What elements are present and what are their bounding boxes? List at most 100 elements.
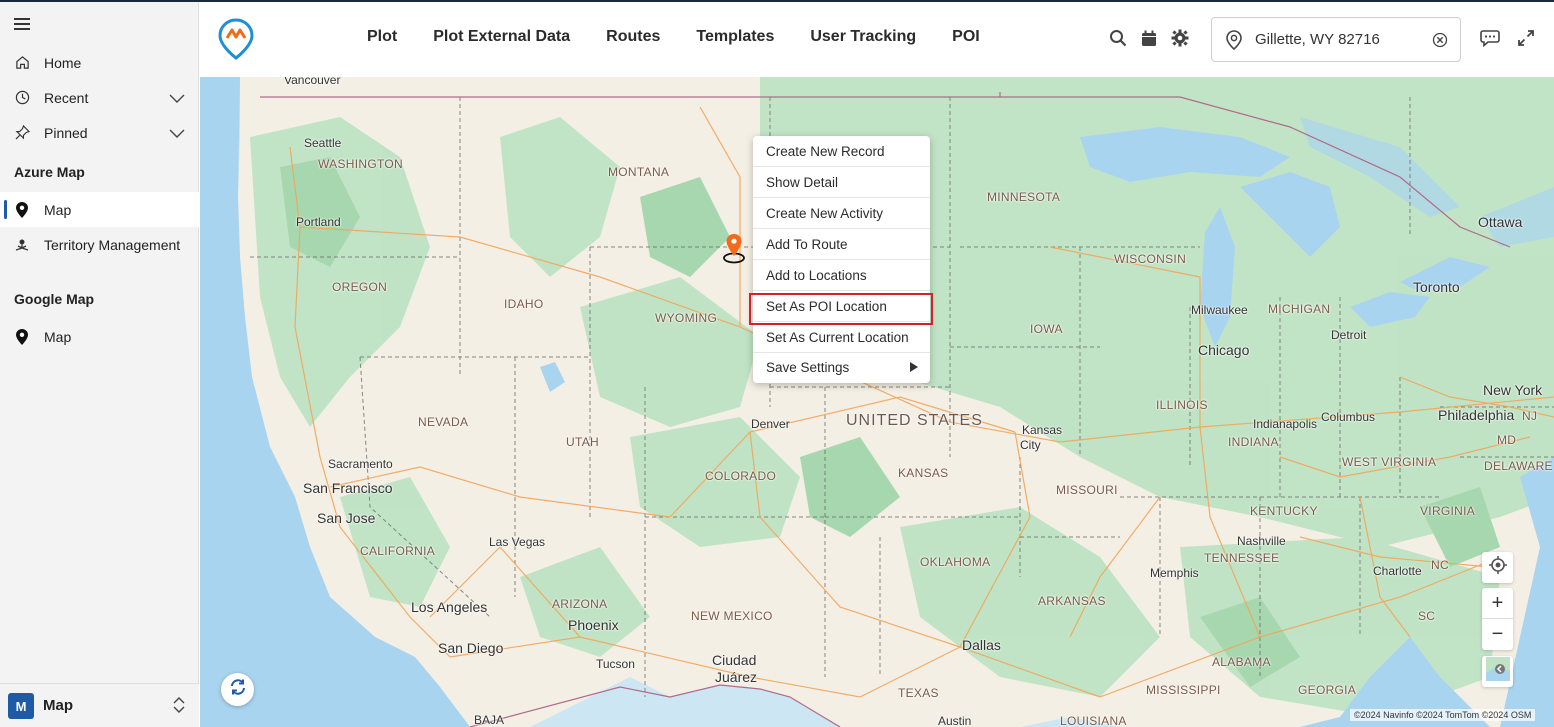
nav-templates[interactable]: Templates — [696, 28, 774, 46]
map-label-city: Vancouver — [284, 77, 341, 87]
map-label-state: MISSISSIPPI — [1146, 683, 1221, 697]
clear-location-icon[interactable] — [1432, 32, 1448, 53]
menu-item-show-detail[interactable]: Show Detail — [753, 167, 930, 198]
menu-item-set-as-current-location[interactable]: Set As Current Location — [753, 322, 930, 353]
map-label-city: Indianapolis — [1253, 417, 1318, 431]
map-label-state: LOUISIANA — [1060, 714, 1127, 727]
map-label-city: Seattle — [304, 136, 342, 150]
map-label-state: WASHINGTON — [318, 157, 404, 171]
app-logo-icon[interactable] — [218, 18, 254, 60]
map-label-city: Las Vegas — [489, 535, 546, 549]
menu-item-create-new-activity[interactable]: Create New Activity — [753, 198, 930, 229]
menu-item-create-new-record[interactable]: Create New Record — [753, 136, 930, 167]
map-label-state: NEVADA — [418, 415, 469, 429]
map-label-state: NEW MEXICO — [691, 609, 773, 623]
map-label-city: Toronto — [1413, 279, 1460, 295]
sidebar-item-azure-map[interactable]: Map — [0, 192, 199, 227]
gear-icon[interactable] — [1170, 28, 1190, 48]
map-location-marker[interactable] — [722, 233, 748, 265]
area-switcher[interactable]: M Map — [0, 683, 199, 727]
map-label-state: MINNESOTA — [987, 190, 1061, 204]
sidebar-item-label: Map — [44, 328, 72, 345]
clock-icon — [14, 90, 30, 106]
map-style-button[interactable] — [1482, 656, 1513, 687]
map-label-state: MISSOURI — [1056, 483, 1118, 497]
map-label-city: Chicago — [1198, 342, 1250, 358]
map-label-city: San Jose — [317, 510, 376, 526]
map-copyright: ©2024 Navinfo ©2024 TomTom ©2024 OSM — [1350, 709, 1536, 721]
home-icon — [14, 55, 30, 71]
zoom-in-button[interactable]: + — [1482, 588, 1513, 619]
sidebar-item-pinned[interactable]: Pinned — [0, 115, 199, 150]
menu-item-label: Save Settings — [766, 360, 850, 375]
chevron-down-icon[interactable] — [169, 91, 185, 107]
map-label-state: MONTANA — [608, 165, 670, 179]
sidebar-item-territory-management[interactable]: Territory Management — [0, 227, 199, 262]
sidebar-item-label: Map — [44, 201, 72, 218]
map-label-state: WEST VIRGINIA — [1342, 455, 1437, 469]
map-label-state: ARIZONA — [552, 597, 608, 611]
submenu-arrow-icon — [910, 362, 918, 372]
current-location-box[interactable]: Gillette, WY 82716 — [1211, 17, 1461, 62]
zoom-out-button[interactable]: − — [1482, 619, 1513, 650]
nav-plot[interactable]: Plot — [367, 28, 397, 46]
sidebar-item-label: Recent — [44, 89, 89, 106]
sidebar-item-recent[interactable]: Recent — [0, 80, 199, 115]
map-label-city: Nashville — [1237, 534, 1286, 548]
highlight-box — [749, 293, 933, 325]
hamburger-menu-icon[interactable] — [14, 18, 30, 30]
up-down-chevron-icon[interactable] — [173, 696, 185, 719]
map-label-state: MD — [1497, 433, 1517, 447]
calendar-icon[interactable] — [1139, 28, 1159, 48]
map-label-state: UTAH — [566, 435, 599, 449]
map-label-state: KANSAS — [898, 466, 949, 480]
menu-item-add-to-route[interactable]: Add To Route — [753, 229, 930, 260]
refresh-icon — [229, 678, 247, 701]
map-label-state: DELAWARE — [1484, 459, 1553, 473]
map-label-city: Kansas — [1022, 423, 1063, 437]
nav-routes[interactable]: Routes — [606, 28, 660, 46]
map-label-state: CALIFORNIA — [360, 544, 436, 558]
sidebar-item-home[interactable]: Home — [0, 45, 199, 80]
map-label-state: KENTUCKY — [1250, 504, 1318, 518]
map-label-city: Detroit — [1331, 328, 1367, 342]
sidebar-item-label: Territory Management — [44, 236, 181, 253]
refresh-button[interactable] — [221, 673, 254, 706]
nav-user-tracking[interactable]: User Tracking — [810, 28, 916, 46]
fullscreen-icon[interactable] — [1516, 28, 1536, 48]
map-label-city: Dallas — [962, 637, 1001, 653]
map-label-city: Milwaukee — [1191, 303, 1248, 317]
territory-icon — [14, 237, 30, 253]
section-title-google-map: Google Map — [14, 291, 95, 307]
sidebar-item-label: Pinned — [44, 124, 88, 141]
menu-item-save-settings[interactable]: Save Settings — [753, 352, 930, 383]
map-label-city: Austin — [938, 714, 972, 727]
sidebar-item-google-map[interactable]: Map — [0, 319, 199, 354]
my-location-button[interactable] — [1482, 552, 1513, 583]
search-icon[interactable] — [1108, 28, 1128, 48]
map-label-state: NC — [1431, 558, 1449, 572]
map-label-city: San Diego — [438, 640, 504, 656]
map-label-city: Los Angeles — [411, 599, 488, 615]
map-label-city: Charlotte — [1373, 564, 1422, 578]
map-label-state: BAJA — [474, 713, 505, 727]
map-pin-icon — [14, 201, 30, 218]
map-label-city: Juárez — [715, 669, 758, 685]
map-label-state: ARKANSAS — [1038, 594, 1106, 608]
chat-icon[interactable] — [1480, 28, 1500, 48]
current-location-text: Gillette, WY 82716 — [1255, 31, 1380, 48]
map-label-country: UNITED STATES — [846, 412, 983, 429]
menu-item-add-to-locations[interactable]: Add to Locations — [753, 260, 930, 291]
map-label-city: Ciudad — [712, 652, 757, 668]
map-label-state: SC — [1418, 609, 1436, 623]
area-label: Map — [43, 697, 73, 714]
map-label-city: Sacramento — [328, 457, 393, 471]
area-badge: M — [8, 693, 34, 719]
context-menu: Create New Record Show Detail Create New… — [753, 136, 930, 383]
nav-plot-external-data[interactable]: Plot External Data — [433, 28, 570, 46]
map-label-state: WISCONSIN — [1114, 252, 1187, 266]
section-title-azure-map: Azure Map — [14, 164, 85, 180]
chevron-down-icon[interactable] — [169, 126, 185, 142]
nav-poi[interactable]: POI — [952, 28, 980, 46]
map-label-state: WYOMING — [655, 311, 718, 325]
